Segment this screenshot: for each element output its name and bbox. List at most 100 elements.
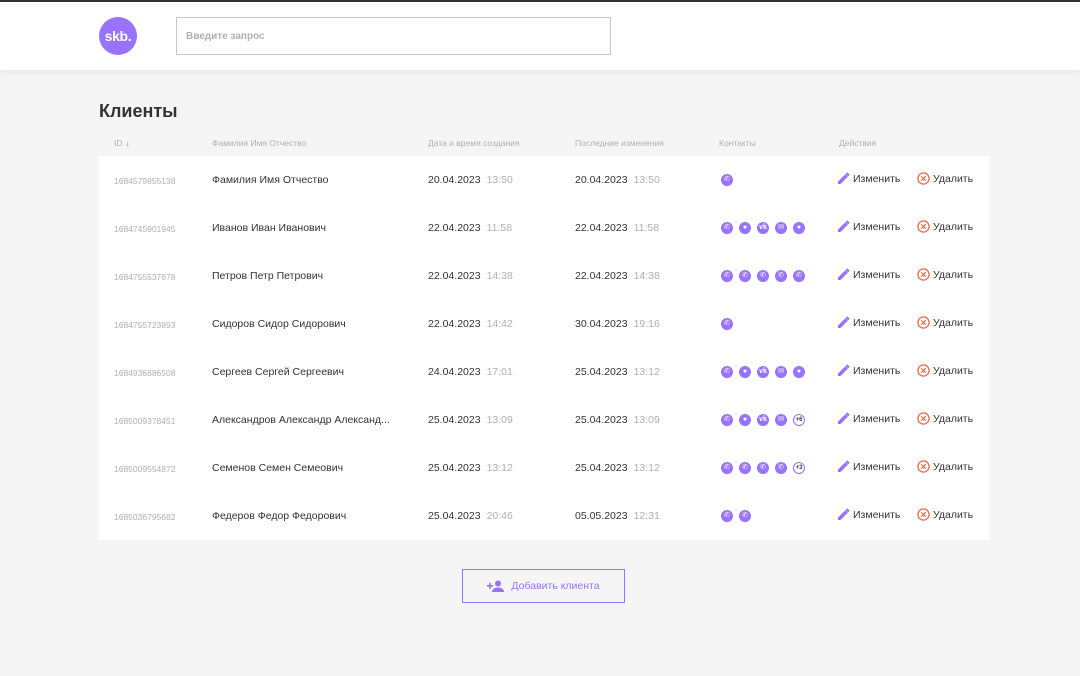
client-id: 1684755537678 — [114, 272, 176, 282]
client-name: Сергеев Сергей Сергеевич — [212, 366, 344, 378]
updated-date: 20.04.2023 — [575, 174, 628, 186]
delete-label: Удалить — [933, 268, 974, 281]
add-user-icon — [487, 580, 505, 592]
created-time: 11:58 — [486, 222, 513, 234]
clients-table: 1684579855138 Фамилия Имя Отчество 20.04… — [99, 156, 989, 540]
updated-time: 13:12 — [633, 462, 660, 474]
created-date: 25.04.2023 — [428, 462, 481, 474]
phone-contact-icon[interactable]: ✆ — [739, 270, 751, 282]
edit-button[interactable]: Изменить — [837, 316, 900, 329]
created-date: 25.04.2023 — [428, 414, 481, 426]
edit-label: Изменить — [853, 220, 901, 233]
mail-contact-icon[interactable]: ✉ — [775, 414, 787, 426]
table-row: 1685009378451 Александров Александр Алек… — [99, 396, 989, 444]
phone-contact-icon[interactable]: ✆ — [721, 270, 733, 282]
updated-date: 25.04.2023 — [575, 462, 628, 474]
mail-contact-icon[interactable]: ✉ — [775, 222, 787, 234]
phone-contact-icon[interactable]: ✆ — [793, 270, 805, 282]
created-date: 22.04.2023 — [428, 270, 481, 282]
created-datetime: 22.04.2023 14:38 — [428, 270, 513, 282]
user-contact-icon[interactable]: ● — [793, 366, 805, 378]
add-client-button[interactable]: Добавить клиента — [462, 569, 625, 603]
column-header-id[interactable]: ID ↓ — [114, 138, 130, 148]
delete-button[interactable]: Удалить — [917, 460, 973, 473]
client-id: 1684755723893 — [114, 320, 176, 330]
pencil-icon — [838, 220, 850, 232]
client-id: 1685009554872 — [114, 464, 176, 474]
phone-contact-icon[interactable]: ✆ — [775, 270, 787, 282]
edit-button[interactable]: Изменить — [837, 508, 900, 521]
delete-label: Удалить — [933, 220, 974, 233]
edit-button[interactable]: Изменить — [837, 220, 900, 233]
more-contacts-button[interactable]: +6 — [793, 414, 805, 426]
phone-contact-icon[interactable]: ✆ — [721, 222, 733, 234]
phone-contact-icon[interactable]: ✆ — [775, 462, 787, 474]
mail-contact-icon[interactable]: ✉ — [775, 366, 787, 378]
phone-contact-icon[interactable]: ✆ — [739, 510, 751, 522]
user-contact-icon[interactable]: ● — [739, 414, 751, 426]
sort-arrow-down-icon[interactable]: ↓ — [126, 139, 130, 148]
phone-contact-icon[interactable]: ✆ — [721, 510, 733, 522]
delete-button[interactable]: Удалить — [917, 172, 973, 185]
edit-button[interactable]: Изменить — [837, 412, 900, 425]
phone-contact-icon[interactable]: ✆ — [721, 462, 733, 474]
table-row: 1684579855138 Фамилия Имя Отчество 20.04… — [99, 156, 989, 204]
column-header-updated[interactable]: Последние изменения — [575, 138, 664, 148]
updated-time: 13:12 — [633, 366, 660, 378]
updated-datetime: 25.04.2023 13:09 — [575, 414, 660, 426]
user-contact-icon[interactable]: ● — [739, 222, 751, 234]
delete-button[interactable]: Удалить — [917, 268, 973, 281]
contacts-list: ✆ — [721, 174, 733, 186]
created-date: 20.04.2023 — [428, 174, 481, 186]
delete-button[interactable]: Удалить — [917, 508, 973, 521]
created-datetime: 22.04.2023 11:58 — [428, 222, 512, 234]
table-row: 1685009554872 Семенов Семен Семеович 25.… — [99, 444, 989, 492]
created-datetime: 20.04.2023 13:50 — [428, 174, 513, 186]
phone-contact-icon[interactable]: ✆ — [757, 270, 769, 282]
edit-button[interactable]: Изменить — [837, 460, 900, 473]
column-header-created[interactable]: Дата и время создания — [428, 138, 520, 148]
user-contact-icon[interactable]: ● — [739, 366, 751, 378]
pencil-icon — [838, 316, 850, 328]
phone-contact-icon[interactable]: ✆ — [757, 462, 769, 474]
phone-contact-icon[interactable]: ✆ — [739, 462, 751, 474]
user-contact-icon[interactable]: ● — [793, 222, 805, 234]
phone-contact-icon[interactable]: ✆ — [721, 366, 733, 378]
delete-button[interactable]: Удалить — [917, 364, 973, 377]
updated-time: 12:31 — [633, 510, 660, 522]
delete-button[interactable]: Удалить — [917, 316, 973, 329]
pencil-icon — [838, 364, 850, 376]
edit-button[interactable]: Изменить — [837, 364, 900, 377]
edit-label: Изменить — [853, 172, 901, 185]
edit-button[interactable]: Изменить — [837, 268, 900, 281]
updated-date: 22.04.2023 — [575, 270, 628, 282]
created-date: 22.04.2023 — [428, 318, 481, 330]
updated-date: 25.04.2023 — [575, 366, 628, 378]
delete-button[interactable]: Удалить — [917, 220, 973, 233]
delete-x-icon — [917, 172, 930, 185]
phone-contact-icon[interactable]: ✆ — [721, 174, 733, 186]
created-time: 13:12 — [486, 462, 513, 474]
edit-label: Изменить — [853, 412, 901, 425]
column-header-name[interactable]: Фамилия Имя Отчество — [212, 138, 306, 148]
contacts-list: ✆ ✆ — [721, 510, 751, 522]
created-datetime: 25.04.2023 20:46 — [428, 510, 513, 522]
delete-x-icon — [917, 364, 930, 377]
phone-contact-icon[interactable]: ✆ — [721, 414, 733, 426]
add-client-label: Добавить клиента — [511, 580, 600, 592]
edit-button[interactable]: Изменить — [837, 172, 900, 185]
vk-contact-icon[interactable]: vk — [757, 414, 769, 426]
more-contacts-button[interactable]: +3 — [793, 462, 805, 474]
vk-contact-icon[interactable]: vk — [757, 222, 769, 234]
phone-contact-icon[interactable]: ✆ — [721, 318, 733, 330]
delete-label: Удалить — [933, 364, 974, 377]
updated-time: 14:38 — [633, 270, 660, 282]
table-header: ID ↓ Фамилия Имя Отчество Дата и время со… — [99, 137, 989, 151]
vk-contact-icon[interactable]: vk — [757, 366, 769, 378]
delete-button[interactable]: Удалить — [917, 412, 973, 425]
contacts-list: ✆ ● vk ✉ ● — [721, 366, 805, 378]
delete-x-icon — [917, 220, 930, 233]
pencil-icon — [838, 412, 850, 424]
search-input[interactable] — [176, 17, 611, 55]
created-datetime: 25.04.2023 13:09 — [428, 414, 513, 426]
